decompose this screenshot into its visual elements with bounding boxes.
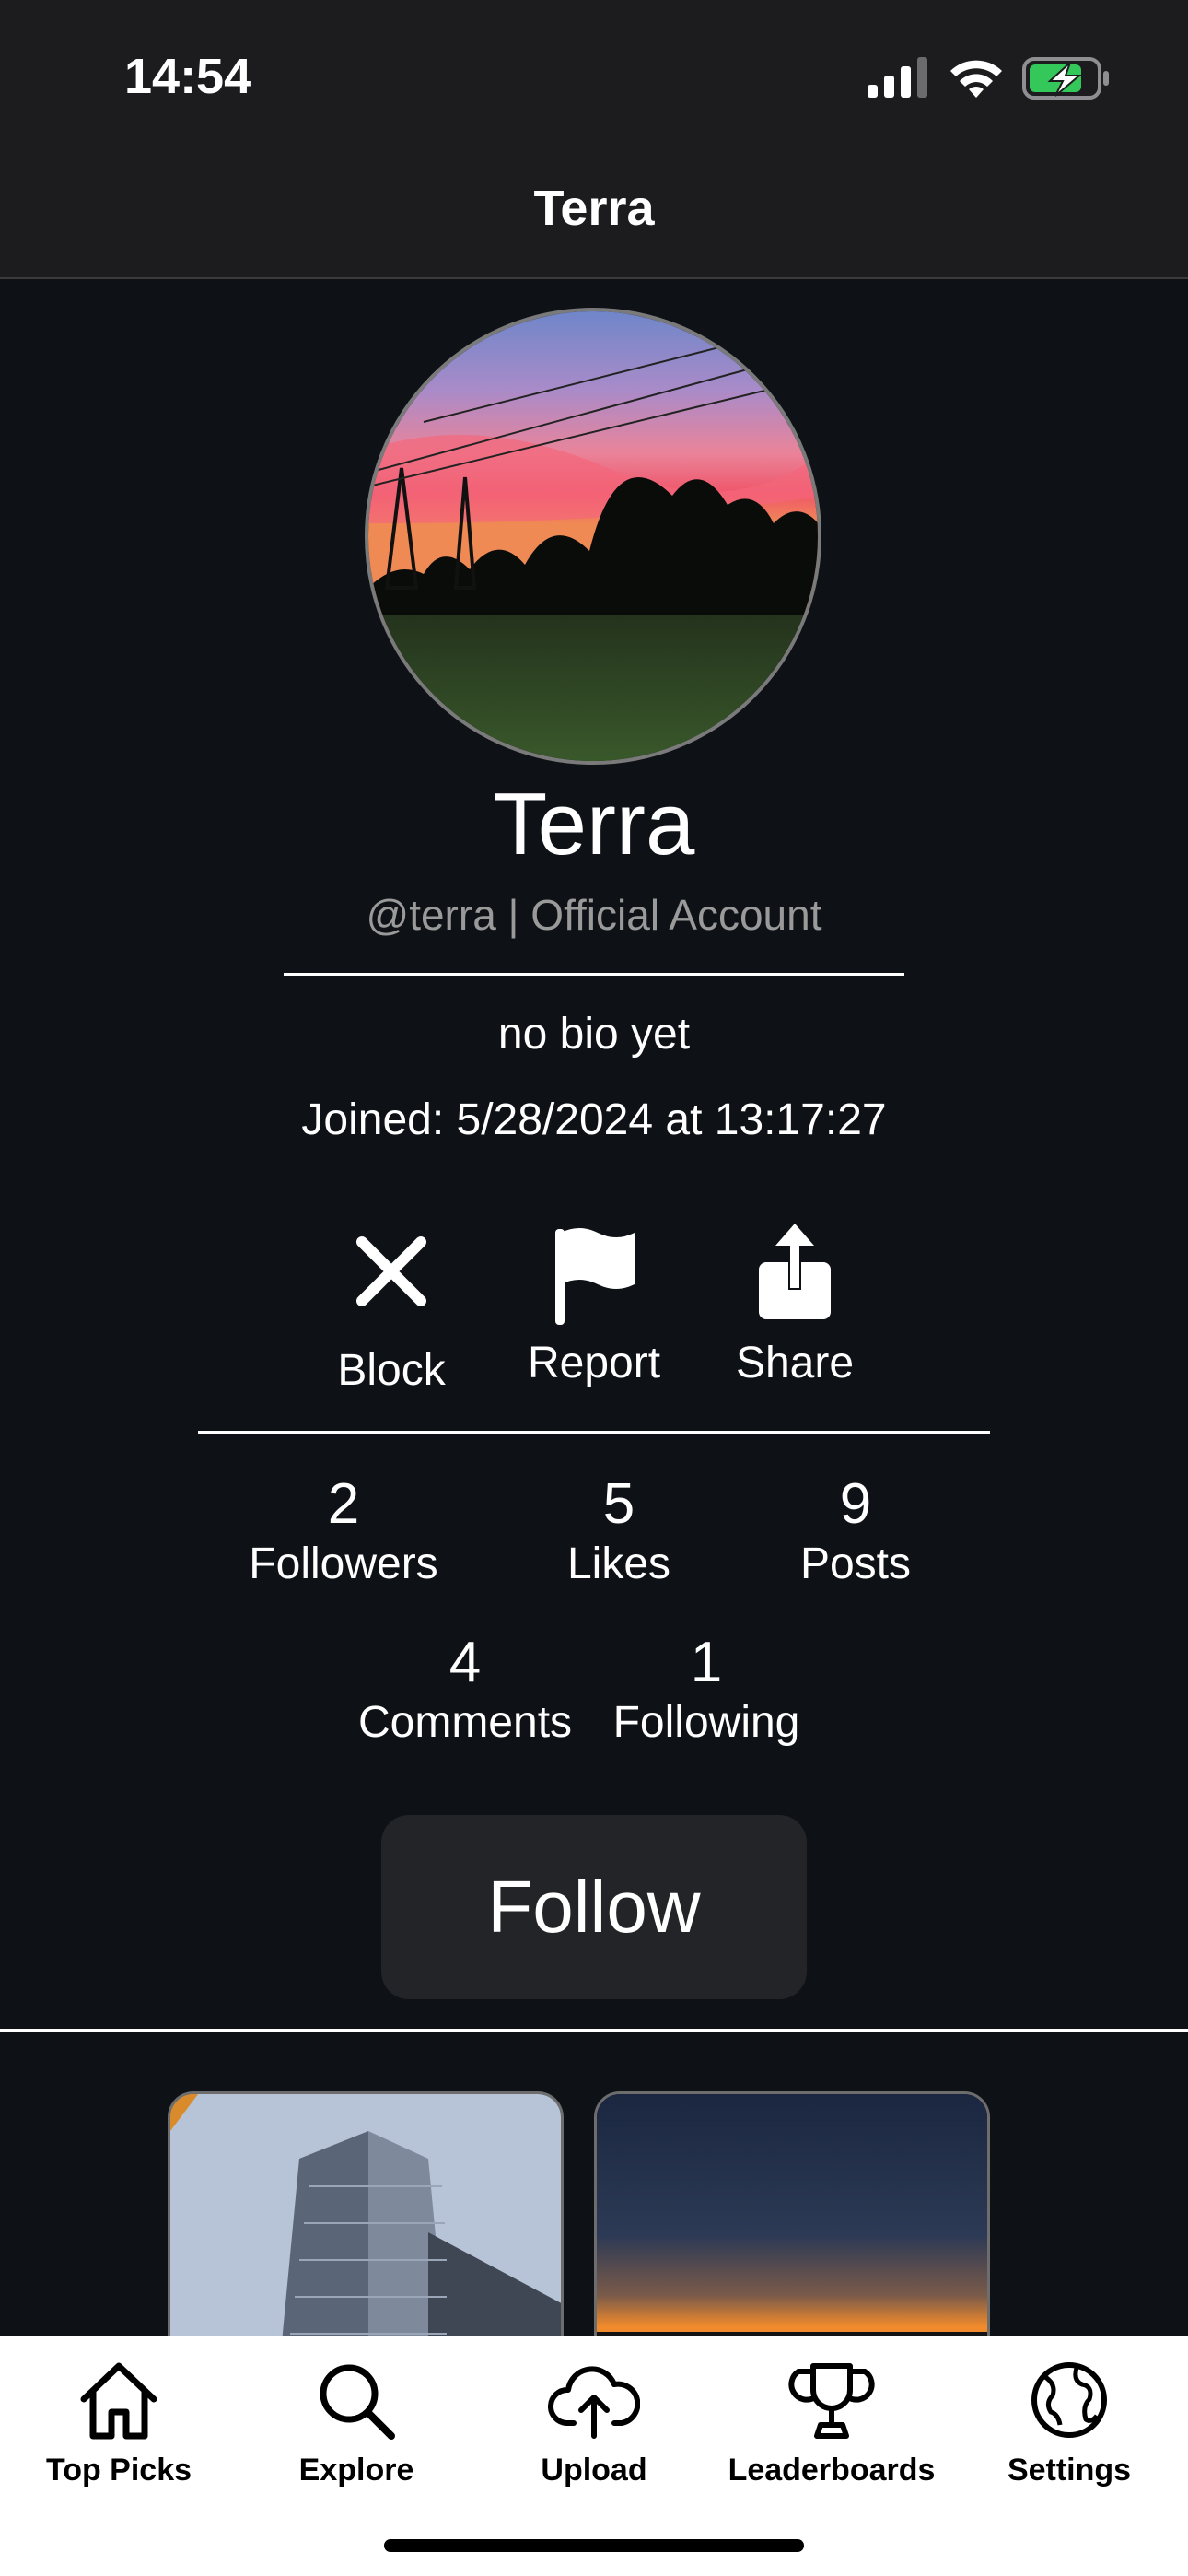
avatar-sunset-image (368, 311, 818, 761)
likes-count: 5 (602, 1472, 635, 1536)
tab-label: Top Picks (45, 2453, 192, 2488)
battery-charging-icon (1022, 57, 1109, 100)
globe-icon (1031, 2362, 1107, 2438)
posts-label: Posts (799, 1540, 912, 1588)
divider (0, 277, 1188, 279)
post-dusk-image (597, 2094, 987, 2349)
status-time: 14:54 (124, 49, 252, 104)
followers-label: Followers (249, 1540, 438, 1588)
page-title: Terra (533, 181, 655, 236)
stat-followers[interactable]: 2 Followers (224, 1472, 463, 1592)
stat-likes[interactable]: 5 Likes (499, 1472, 739, 1592)
post-building-image (170, 2094, 561, 2349)
wifi-icon (950, 60, 1002, 98)
following-count: 1 (690, 1631, 723, 1694)
follow-button[interactable]: Follow (381, 1815, 807, 1999)
handle-text: @terra | Official Account (366, 891, 822, 939)
flag-icon (555, 1228, 635, 1325)
tab-label: Leaderboards (728, 2453, 936, 2488)
close-icon (356, 1236, 426, 1306)
posts-count: 9 (839, 1472, 872, 1536)
stat-comments[interactable]: 4 Comments (345, 1631, 585, 1751)
tab-label: Upload (541, 2453, 647, 2488)
stat-posts[interactable]: 9 Posts (736, 1472, 975, 1592)
search-icon (320, 2364, 395, 2440)
comments-count: 4 (448, 1631, 482, 1694)
trophy-icon (788, 2363, 875, 2439)
stat-following[interactable]: 1 Following (587, 1631, 826, 1751)
report-button[interactable]: Report (497, 1207, 691, 1410)
post-thumbnail[interactable] (168, 2091, 564, 2349)
tab-label: Explore (298, 2453, 414, 2488)
tab-explore[interactable]: Explore (238, 2336, 475, 2521)
bio-text: no bio yet (497, 1010, 691, 1059)
post-thumbnail[interactable] (594, 2091, 990, 2349)
home-indicator[interactable] (384, 2539, 804, 2552)
followers-count: 2 (327, 1472, 360, 1536)
divider (198, 1431, 990, 1434)
signal-icon (868, 57, 927, 98)
house-icon (80, 2362, 157, 2440)
tab-settings[interactable]: Settings (950, 2336, 1188, 2521)
report-label: Report (527, 1339, 661, 1388)
tab-upload[interactable]: Upload (475, 2336, 713, 2521)
cloud-upload-icon (548, 2366, 640, 2439)
following-label: Following (612, 1698, 800, 1747)
avatar[interactable] (365, 308, 821, 765)
tab-top-picks[interactable]: Top Picks (0, 2336, 238, 2521)
block-label: Block (337, 1346, 446, 1395)
display-name: Terra (493, 775, 695, 873)
likes-label: Likes (566, 1540, 671, 1588)
comments-label: Comments (357, 1698, 573, 1747)
divider (0, 2029, 1188, 2032)
joined-date: Joined: 5/28/2024 at 13:17:27 (301, 1095, 887, 1144)
share-label: Share (735, 1339, 855, 1388)
tab-leaderboards[interactable]: Leaderboards (713, 2336, 950, 2521)
share-button[interactable]: Share (698, 1207, 891, 1410)
share-icon (759, 1224, 831, 1319)
block-button[interactable]: Block (295, 1207, 488, 1410)
divider (284, 973, 904, 976)
tab-label: Settings (1007, 2453, 1132, 2488)
